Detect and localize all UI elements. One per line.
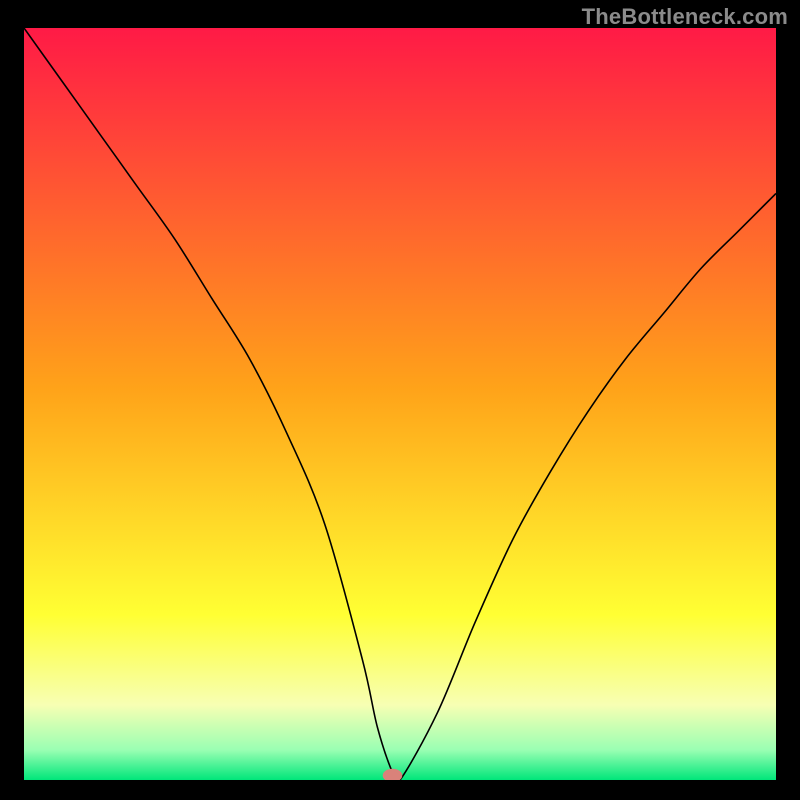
gradient-background	[24, 28, 776, 780]
bottleneck-plot	[24, 28, 776, 780]
watermark-text: TheBottleneck.com	[582, 4, 788, 30]
outer-frame: TheBottleneck.com	[0, 0, 800, 800]
plot-svg	[24, 28, 776, 780]
